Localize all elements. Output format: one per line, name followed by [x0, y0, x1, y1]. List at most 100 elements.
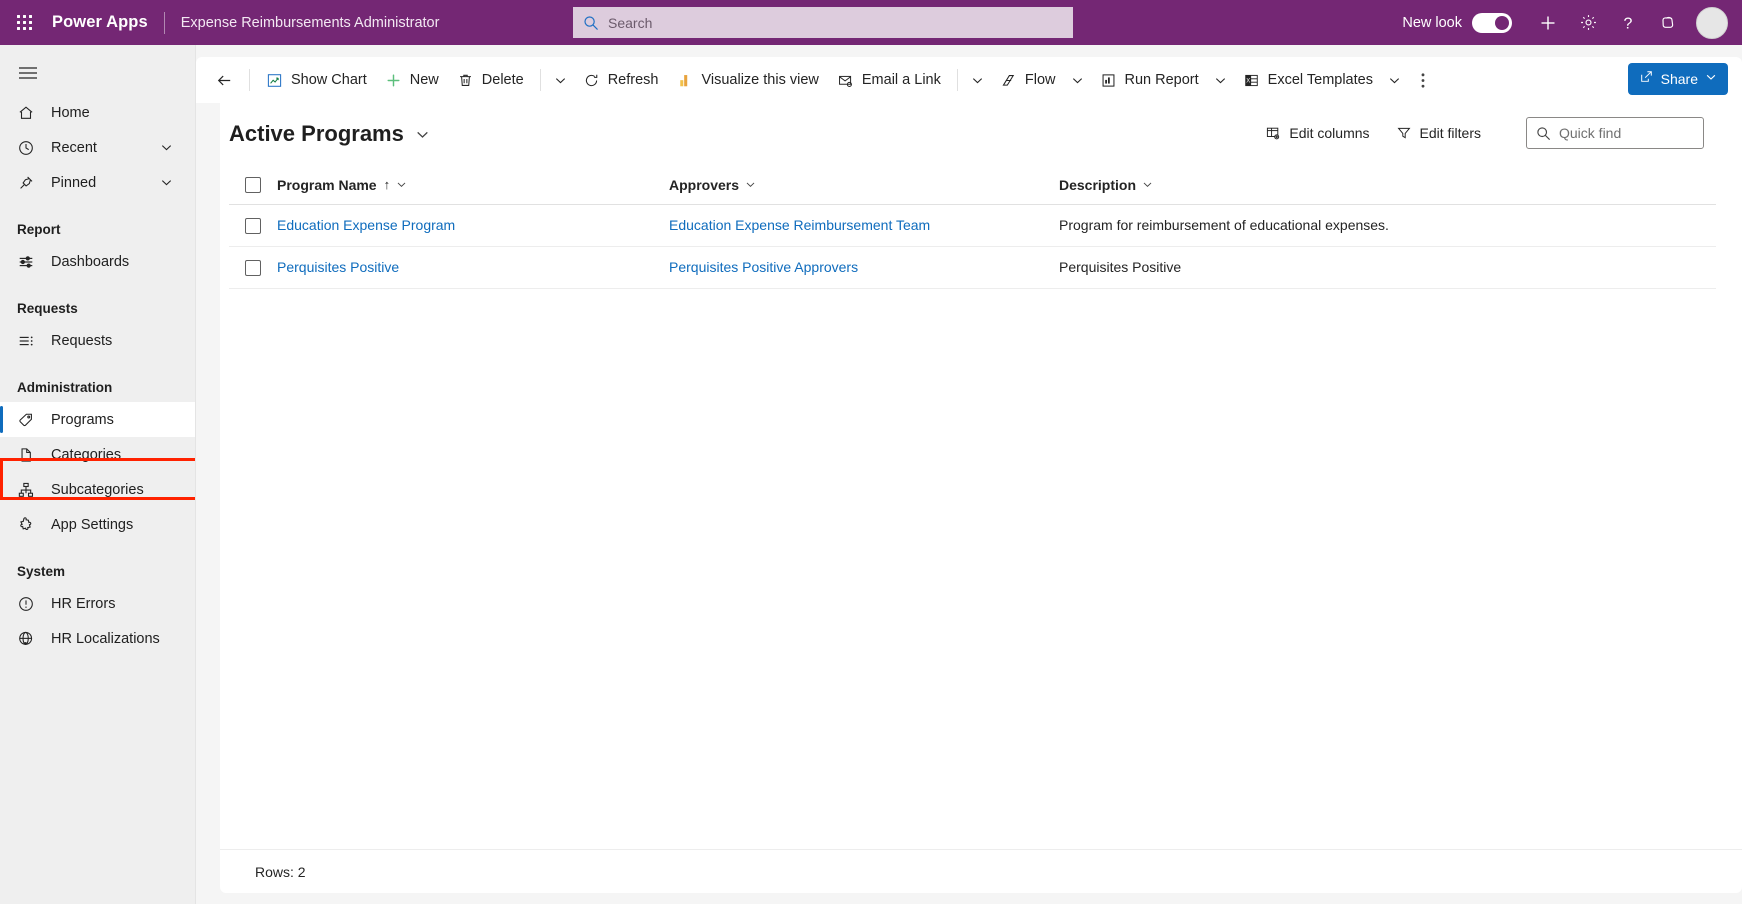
- command-label: Email a Link: [861, 72, 941, 88]
- cell-approvers: Education Expense Reimbursement Team: [669, 217, 1059, 235]
- edit-filters-button[interactable]: Edit filters: [1387, 117, 1490, 149]
- column-header-label: Approvers: [669, 176, 740, 193]
- visualize-this-view-button[interactable]: Visualize this view: [667, 63, 827, 97]
- run-report-chevron-down-icon[interactable]: [1208, 63, 1234, 97]
- chevron-down-icon[interactable]: [396, 179, 407, 190]
- app-header: Power Apps Expense Reimbursements Admini…: [0, 0, 1742, 45]
- more-commands-icon[interactable]: [1408, 63, 1438, 97]
- sidebar-item-home[interactable]: Home: [0, 95, 195, 130]
- puzzle-icon: [17, 516, 37, 534]
- rows-count: Rows: 2: [255, 863, 306, 880]
- share-button[interactable]: Share: [1627, 63, 1728, 95]
- plus-green-icon: [385, 72, 402, 89]
- table-row[interactable]: Perquisites Positive Perquisites Positiv…: [229, 247, 1716, 289]
- column-header-program-name[interactable]: Program Name ↑: [277, 177, 669, 193]
- edit-columns-label: Edit columns: [1289, 125, 1370, 141]
- command-label: New: [409, 72, 439, 88]
- quick-find-input[interactable]: [1559, 125, 1694, 141]
- copilot-icon[interactable]: [1648, 0, 1688, 45]
- column-header-description[interactable]: Description: [1059, 177, 1716, 193]
- sidebar-item-programs[interactable]: Programs: [0, 402, 195, 437]
- document-icon: [17, 446, 37, 464]
- sidebar-item-label: Home: [51, 104, 90, 121]
- row-select-cell: [229, 259, 277, 276]
- sidebar-item-label: HR Localizations: [51, 630, 160, 647]
- program-name-link[interactable]: Perquisites Positive: [277, 259, 399, 275]
- flow-chevron-down-icon[interactable]: [1065, 63, 1091, 97]
- run-report-button[interactable]: Run Report: [1091, 63, 1208, 97]
- avatar[interactable]: [1696, 6, 1728, 39]
- delete-button[interactable]: Delete: [448, 63, 533, 97]
- new-button[interactable]: New: [376, 63, 448, 97]
- view-selector-chevron-down-icon[interactable]: [415, 127, 430, 142]
- excel-templates-chevron-down-icon[interactable]: [1382, 63, 1408, 97]
- chevron-down-icon[interactable]: [160, 176, 173, 189]
- cell-program-name: Education Expense Program: [277, 217, 669, 235]
- trash-icon: [457, 72, 474, 89]
- command-label: Run Report: [1124, 72, 1199, 88]
- share-chevron-down-icon[interactable]: [1705, 70, 1717, 88]
- sidebar-item-label: Programs: [51, 411, 114, 428]
- excel-templates-button[interactable]: X Excel Templates: [1234, 63, 1382, 97]
- quick-find[interactable]: [1526, 117, 1704, 149]
- sidebar-item-hr-localizations[interactable]: HR Localizations: [0, 621, 195, 656]
- chevron-down-icon[interactable]: [1142, 179, 1153, 190]
- sidebar-item-requests[interactable]: Requests: [0, 323, 195, 358]
- svg-text:?: ?: [1624, 15, 1633, 32]
- refresh-button[interactable]: Refresh: [574, 63, 668, 97]
- site-map-toggle[interactable]: [6, 51, 50, 95]
- visualize-icon: [676, 72, 693, 89]
- cell-approvers: Perquisites Positive Approvers: [669, 259, 1059, 277]
- delete-overflow-chevron-down-icon[interactable]: [548, 63, 574, 97]
- email-a-link-button[interactable]: Email a Link: [828, 63, 950, 97]
- list-header-actions: Edit columns Edit filters: [1256, 117, 1704, 149]
- search-icon: [1536, 126, 1551, 141]
- flow-button[interactable]: Flow: [991, 63, 1065, 97]
- sidebar-item-recent[interactable]: Recent: [0, 130, 195, 165]
- command-separator: [956, 69, 958, 91]
- row-checkbox[interactable]: [245, 259, 261, 276]
- plus-icon[interactable]: [1528, 0, 1568, 45]
- sidebar-item-subcategories[interactable]: Subcategories: [0, 472, 195, 507]
- sidebar-item-hr-errors[interactable]: HR Errors: [0, 586, 195, 621]
- sidebar-item-label: Pinned: [51, 174, 97, 191]
- command-label: Flow: [1024, 72, 1056, 88]
- brand-title[interactable]: Power Apps: [52, 13, 148, 32]
- help-icon[interactable]: ?: [1608, 0, 1648, 45]
- back-button[interactable]: [206, 62, 242, 98]
- gear-icon[interactable]: [1568, 0, 1608, 45]
- sidebar-item-categories[interactable]: Categories: [0, 437, 195, 472]
- command-bar: Show Chart New Delete Refresh Visualize …: [196, 57, 1742, 103]
- show-chart-button[interactable]: Show Chart: [257, 63, 376, 97]
- row-checkbox[interactable]: [245, 217, 261, 234]
- header-divider: [163, 11, 165, 34]
- share-label: Share: [1660, 71, 1698, 87]
- chevron-down-icon[interactable]: [745, 179, 756, 190]
- edit-columns-button[interactable]: Edit columns: [1256, 117, 1378, 149]
- approvers-link[interactable]: Perquisites Positive Approvers: [669, 259, 858, 275]
- description-text: Perquisites Positive: [1059, 258, 1182, 275]
- approvers-link[interactable]: Education Expense Reimbursement Team: [669, 217, 930, 233]
- search-input[interactable]: [608, 14, 1063, 31]
- chevron-down-icon[interactable]: [160, 141, 173, 154]
- edit-filters-label: Edit filters: [1419, 125, 1481, 141]
- table-row[interactable]: Education Expense Program Education Expe…: [229, 205, 1716, 247]
- command-separator: [539, 69, 541, 91]
- new-look-label: New look: [1402, 14, 1462, 31]
- app-launcher-icon[interactable]: [0, 0, 48, 45]
- share-icon: [1639, 69, 1654, 89]
- cell-program-name: Perquisites Positive: [277, 259, 669, 277]
- email-overflow-chevron-down-icon[interactable]: [965, 63, 991, 97]
- new-look-toggle[interactable]: [1472, 12, 1512, 33]
- sidebar-item-app-settings[interactable]: App Settings: [0, 507, 195, 542]
- column-header-approvers[interactable]: Approvers: [669, 177, 1059, 193]
- sidebar-item-dashboards[interactable]: Dashboards: [0, 244, 195, 279]
- select-all-checkbox[interactable]: [245, 176, 261, 193]
- dashboard-icon: [17, 253, 37, 271]
- sidebar-item-label: Requests: [51, 332, 113, 349]
- pin-icon: [17, 174, 37, 192]
- global-search[interactable]: [573, 7, 1073, 38]
- program-name-link[interactable]: Education Expense Program: [277, 217, 455, 233]
- sidebar-item-label: Categories: [51, 446, 122, 463]
- sidebar-item-pinned[interactable]: Pinned: [0, 165, 195, 200]
